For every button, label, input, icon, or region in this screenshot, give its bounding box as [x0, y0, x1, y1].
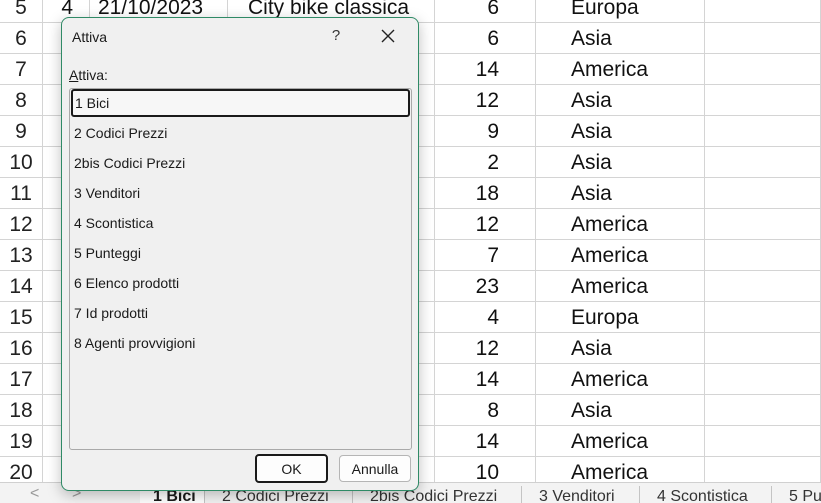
row-header[interactable]: 20 — [0, 457, 43, 482]
cell[interactable]: Asia — [536, 116, 705, 147]
sheet-tab-4-scontistica[interactable]: 4 Scontistica — [657, 483, 748, 503]
sheet-list-label: Attiva: — [69, 67, 108, 83]
tab-divider — [771, 486, 772, 503]
cell[interactable]: Europa — [536, 302, 705, 333]
label-text: ttiva: — [78, 67, 108, 83]
cell[interactable] — [705, 85, 821, 116]
cell[interactable]: 10 — [435, 457, 536, 482]
cell[interactable]: 6 — [435, 23, 536, 54]
cell[interactable]: Asia — [536, 395, 705, 426]
cell[interactable]: 14 — [435, 54, 536, 85]
ok-button[interactable]: OK — [255, 454, 328, 483]
cell[interactable]: Asia — [536, 85, 705, 116]
row-header[interactable]: 14 — [0, 271, 43, 302]
cell[interactable] — [705, 240, 821, 271]
cell[interactable] — [705, 178, 821, 209]
row-header[interactable]: 10 — [0, 147, 43, 178]
cell[interactable]: 6 — [435, 0, 536, 23]
list-item[interactable]: 5 Punteggi — [71, 239, 410, 267]
list-item[interactable]: 4 Scontistica — [71, 209, 410, 237]
cell[interactable]: America — [536, 426, 705, 457]
row-header[interactable]: 7 — [0, 54, 43, 85]
list-item[interactable]: 6 Elenco prodotti — [71, 269, 410, 297]
cell[interactable]: 4 — [435, 302, 536, 333]
cell[interactable] — [705, 395, 821, 426]
close-icon — [381, 29, 395, 43]
cell[interactable]: 2 — [435, 147, 536, 178]
cell[interactable]: America — [536, 240, 705, 271]
row-header[interactable]: 19 — [0, 426, 43, 457]
cell[interactable]: 12 — [435, 209, 536, 240]
cell[interactable]: 18 — [435, 178, 536, 209]
cell[interactable]: Asia — [536, 178, 705, 209]
row-header[interactable]: 16 — [0, 333, 43, 364]
dialog-title: Attiva — [72, 29, 108, 45]
cell[interactable]: America — [536, 364, 705, 395]
tab-divider — [639, 486, 640, 503]
list-item[interactable]: 8 Agenti provvigioni — [71, 329, 410, 357]
row-header[interactable]: 15 — [0, 302, 43, 333]
row-header[interactable]: 5 — [0, 0, 43, 23]
row-header[interactable]: 11 — [0, 178, 43, 209]
cell[interactable]: 9 — [435, 116, 536, 147]
cell[interactable] — [705, 364, 821, 395]
row-header[interactable]: 12 — [0, 209, 43, 240]
list-item[interactable]: 7 Id prodotti — [71, 299, 410, 327]
row-header[interactable]: 18 — [0, 395, 43, 426]
cell[interactable] — [705, 54, 821, 85]
list-item-selected[interactable]: 1 Bici — [71, 89, 410, 117]
cell[interactable]: Asia — [536, 333, 705, 364]
cell[interactable]: Asia — [536, 23, 705, 54]
list-item[interactable]: 2 Codici Prezzi — [71, 119, 410, 147]
cell[interactable] — [705, 302, 821, 333]
row-header[interactable]: 17 — [0, 364, 43, 395]
help-button[interactable]: ? — [326, 26, 346, 46]
cell[interactable]: 12 — [435, 333, 536, 364]
cell[interactable] — [705, 333, 821, 364]
row-header[interactable]: 9 — [0, 116, 43, 147]
cell[interactable] — [705, 23, 821, 54]
sheet-tab-5-punteggi[interactable]: 5 Pu — [789, 483, 821, 503]
close-button[interactable] — [376, 24, 400, 48]
row-header[interactable]: 8 — [0, 85, 43, 116]
cell[interactable]: 14 — [435, 426, 536, 457]
cell[interactable] — [705, 147, 821, 178]
cell[interactable] — [705, 209, 821, 240]
sheet-tab-3-venditori[interactable]: 3 Venditori — [539, 483, 615, 503]
cell[interactable]: Europa — [536, 0, 705, 23]
cell[interactable]: Asia — [536, 147, 705, 178]
row-header[interactable]: 13 — [0, 240, 43, 271]
cell[interactable]: America — [536, 457, 705, 482]
cancel-button[interactable]: Annulla — [339, 455, 411, 482]
cell[interactable] — [705, 0, 821, 23]
sheet-list[interactable]: 1 Bici 2 Codici Prezzi 2bis Codici Prezz… — [69, 88, 412, 450]
cell[interactable]: America — [536, 209, 705, 240]
cell[interactable]: America — [536, 54, 705, 85]
row-header[interactable]: 6 — [0, 23, 43, 54]
cell[interactable]: 8 — [435, 395, 536, 426]
cell[interactable]: 14 — [435, 364, 536, 395]
list-item[interactable]: 3 Venditori — [71, 179, 410, 207]
tab-prev-icon[interactable]: < — [30, 484, 39, 503]
cell[interactable] — [705, 426, 821, 457]
tab-divider — [521, 486, 522, 503]
cell[interactable] — [705, 116, 821, 147]
label-accelerator: A — [69, 67, 79, 83]
cell[interactable] — [705, 271, 821, 302]
cell[interactable]: 23 — [435, 271, 536, 302]
cell[interactable]: America — [536, 271, 705, 302]
list-item[interactable]: 2bis Codici Prezzi — [71, 149, 410, 177]
cell[interactable]: 7 — [435, 240, 536, 271]
cell[interactable] — [705, 457, 821, 482]
cell[interactable]: 12 — [435, 85, 536, 116]
activate-dialog: Attiva ? Attiva: 1 Bici 2 Codici Prezzi … — [61, 17, 419, 491]
